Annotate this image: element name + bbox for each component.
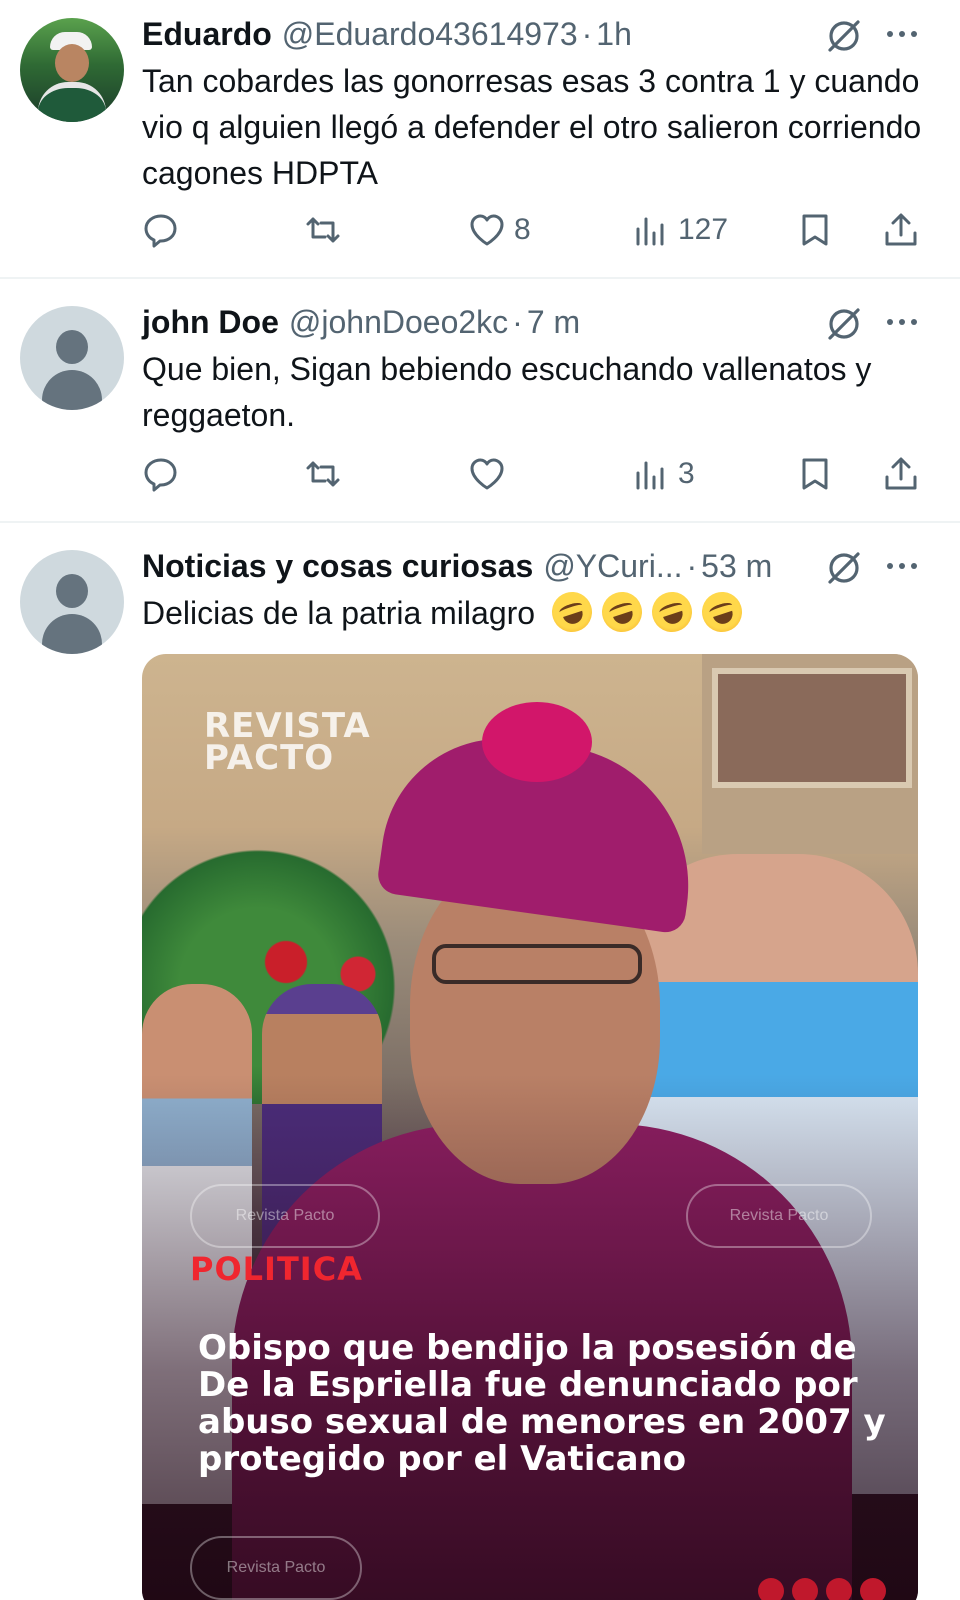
more-icon[interactable] <box>882 302 922 342</box>
separator-dot: · <box>581 15 593 52</box>
view-count: 3 <box>678 457 695 490</box>
separator-dot: · <box>686 547 698 584</box>
view-count: 127 <box>678 213 729 246</box>
views-button[interactable]: 3 <box>632 450 695 498</box>
watermark-pill-right: Revista Pacto <box>686 1184 872 1248</box>
timestamp[interactable]: 7 m <box>527 304 580 341</box>
laughing-emoji-icon <box>696 586 748 638</box>
author-handle[interactable]: @johnDoeo2kc <box>289 304 508 341</box>
like-count: 8 <box>514 213 531 246</box>
avatar[interactable] <box>20 550 124 654</box>
tweet-text: Que bien, Sigan bebiendo escuchando vall… <box>142 351 872 433</box>
bookmark-icon <box>802 214 828 246</box>
retweet-icon <box>306 217 340 243</box>
author-name[interactable]: john Doe <box>142 304 279 341</box>
emoji-row <box>546 586 752 638</box>
reply-button[interactable] <box>142 450 180 498</box>
social-icons <box>758 1578 888 1600</box>
brand-line-2: PACTO <box>204 738 335 778</box>
grok-icon[interactable] <box>824 548 864 588</box>
retweet-icon <box>306 461 340 487</box>
author-name[interactable]: Eduardo <box>142 16 272 53</box>
reply-icon <box>144 214 177 248</box>
action-bar: 8 127 <box>142 206 932 254</box>
author-handle[interactable]: @YCuri... <box>543 548 682 585</box>
avatar[interactable] <box>20 306 124 410</box>
views-button[interactable]: 127 <box>632 206 728 254</box>
bookmark-icon <box>802 458 828 490</box>
background-window <box>712 668 912 788</box>
bishop-glasses <box>432 944 642 984</box>
divider <box>0 521 960 523</box>
timestamp[interactable]: 1h <box>596 16 632 53</box>
timestamp[interactable]: 53 m <box>701 548 772 585</box>
reply-button[interactable] <box>142 206 180 254</box>
tweet-text-body: Delicias de la patria milagro <box>142 595 536 631</box>
views-icon <box>636 461 664 490</box>
like-button[interactable] <box>468 450 506 498</box>
retweet-button[interactable] <box>304 206 342 254</box>
more-icon[interactable] <box>882 546 922 586</box>
tweet-2[interactable]: john Doe @johnDoeo2kc · 7 m Que bien, Si… <box>0 280 960 522</box>
grok-icon[interactable] <box>824 304 864 344</box>
share-button[interactable] <box>882 450 920 498</box>
watermark-pill-left: Revista Pacto <box>190 1184 380 1248</box>
bookmark-button[interactable] <box>796 450 834 498</box>
views-icon <box>636 217 664 246</box>
tweet-header: john Doe @johnDoeo2kc · 7 m <box>142 302 580 342</box>
grok-icon[interactable] <box>824 16 864 56</box>
share-icon <box>885 213 917 246</box>
tweet-header: Noticias y cosas curiosas @YCuri... · 53… <box>142 546 772 586</box>
separator-dot: · <box>512 303 523 340</box>
action-bar: 3 <box>142 450 932 498</box>
bishop-cap-tuft <box>482 702 592 782</box>
laughing-emoji-icon <box>646 586 698 638</box>
heart-icon <box>470 458 504 490</box>
author-name[interactable]: Noticias y cosas curiosas <box>142 548 533 585</box>
author-handle[interactable]: @Eduardo43614973 <box>282 16 578 53</box>
tweet-media-image[interactable]: REVISTA PACTO Revista Pacto Revista Pact… <box>142 654 918 1600</box>
tweet-1[interactable]: Eduardo @Eduardo43614973 · 1h Tan cobard… <box>0 0 960 278</box>
tweet-text: Tan cobardes las gonorresas esas 3 contr… <box>142 63 922 191</box>
watermark-pill-bottom: Revista Pacto <box>190 1536 362 1600</box>
divider <box>0 277 960 279</box>
more-icon[interactable] <box>882 14 922 54</box>
reply-icon <box>144 458 177 492</box>
article-category: POLITICA <box>190 1250 363 1288</box>
laughing-emoji-icon <box>546 586 598 638</box>
retweet-button[interactable] <box>304 450 342 498</box>
laughing-emoji-icon <box>596 586 648 638</box>
brand-watermark: REVISTA PACTO <box>204 709 371 778</box>
share-icon <box>885 457 917 490</box>
tweet-text: Delicias de la patria milagro <box>142 586 932 638</box>
tweet-header: Eduardo @Eduardo43614973 · 1h <box>142 14 632 54</box>
heart-icon <box>470 214 504 246</box>
article-headline: Obispo que bendijo la posesión de De la … <box>198 1328 886 1479</box>
like-button[interactable]: 8 <box>468 206 531 254</box>
avatar[interactable] <box>20 18 124 122</box>
share-button[interactable] <box>882 206 920 254</box>
bookmark-button[interactable] <box>796 206 834 254</box>
